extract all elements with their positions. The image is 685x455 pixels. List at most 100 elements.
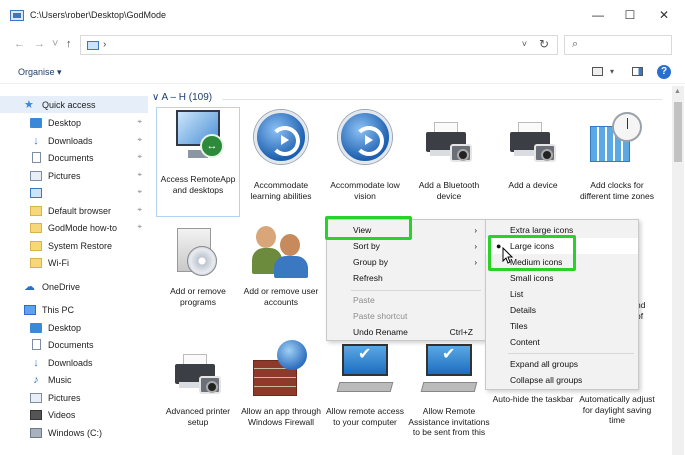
view-dropdown-button[interactable]: ▾ [610, 67, 614, 76]
vertical-scrollbar[interactable]: ▲ [672, 86, 684, 455]
menu-item-refresh[interactable]: Refresh [327, 271, 485, 286]
sidebar-item-desktop[interactable]: Desktop ⌖ [0, 114, 148, 131]
sidebar-item-godmode-how-to[interactable]: GodMode how-to ⌖ [0, 219, 148, 236]
breadcrumb-chevron[interactable]: › [103, 39, 106, 50]
menu-item-list[interactable]: List [486, 286, 638, 302]
tile-label: Accommodate learning abilities [250, 180, 312, 201]
system-icon [336, 342, 394, 398]
address-field[interactable]: › ˅ ↻ [80, 35, 558, 55]
this-pc-icon [24, 304, 36, 315]
back-button[interactable]: ← [14, 38, 25, 50]
tile-label: Advanced printer setup [165, 406, 231, 427]
submenu-arrow-icon: › [474, 242, 477, 251]
preview-pane-icon[interactable] [632, 67, 643, 76]
submenu-arrow-icon: › [474, 226, 477, 235]
pin-icon[interactable]: ⌖ [137, 222, 142, 232]
tile-add-remove-programs[interactable]: Add or remove programs [157, 224, 239, 307]
menu-item-collapse-all-groups[interactable]: Collapse all groups [486, 372, 638, 388]
tile-access-remoteapp[interactable]: ↔ Access RemoteApp and desktops [156, 107, 240, 217]
forward-button[interactable]: → [34, 38, 45, 50]
organise-menu-button[interactable]: Organise ▾ [18, 67, 62, 78]
tile-advanced-printer-setup[interactable]: Advanced printer setup [157, 350, 239, 427]
sidebar-item-pictures[interactable]: Pictures ⌖ [0, 167, 148, 184]
address-dropdown-button[interactable]: ˅ [522, 39, 527, 49]
menu-item-view[interactable]: View › [327, 223, 485, 238]
menu-item-paste-shortcut[interactable]: Paste shortcut [327, 309, 485, 324]
menu-item-undo-rename[interactable]: Undo Rename Ctrl+Z [327, 325, 485, 340]
sidebar-item-videos[interactable]: Videos [0, 406, 148, 423]
minimize-button[interactable]: — [591, 8, 605, 22]
tile-add-remove-users[interactable]: Add or remove user accounts [240, 224, 322, 307]
maximize-button[interactable]: ☐ [623, 8, 637, 22]
tile-auto-daylight-saving[interactable]: Automatically adjust for daylight saving… [576, 390, 658, 426]
sidebar-item-this-pc[interactable]: This PC [0, 301, 148, 318]
tile-allow-app-firewall[interactable]: Allow an app through Windows Firewall [240, 340, 322, 427]
close-button[interactable]: ✕ [657, 8, 671, 22]
sidebar-item-documents[interactable]: Documents ⌖ [0, 149, 148, 166]
command-bar: Organise ▾ ▾ ? [0, 62, 685, 84]
pin-icon[interactable]: ⌖ [137, 170, 142, 180]
scrollbar-thumb[interactable] [674, 102, 682, 162]
menu-item-small-icons[interactable]: Small icons [486, 270, 638, 286]
menu-item-sort-by[interactable]: Sort by › [327, 239, 485, 254]
sidebar-item-label: Pictures [48, 392, 81, 403]
menu-item-group-by[interactable]: Group by › [327, 255, 485, 270]
menu-item-details[interactable]: Details [486, 302, 638, 318]
this-pc-icon [87, 41, 99, 50]
menu-item-label: Medium icons [510, 257, 563, 267]
menu-item-expand-all-groups[interactable]: Expand all groups [486, 356, 638, 372]
sidebar-item-downloads[interactable]: ↓ Downloads ⌖ [0, 132, 148, 149]
tile-allow-remote-access[interactable]: Allow remote access to your computer [324, 342, 406, 427]
menu-item-paste[interactable]: Paste [327, 293, 485, 308]
menu-item-label: Undo Rename [353, 327, 408, 337]
folder-icon [30, 257, 42, 268]
sidebar-item-onedrive[interactable]: ☁ OneDrive [0, 278, 148, 295]
devices-printers-icon [506, 118, 560, 168]
folder-window-icon [10, 9, 24, 21]
sidebar-item-label: Desktop [48, 322, 82, 333]
group-header[interactable]: ∨ A – H (109) [152, 92, 212, 103]
sidebar-item-wifi[interactable]: Wi-Fi [0, 254, 148, 271]
sidebar-item-music[interactable]: ♪ Music [0, 371, 148, 388]
tile-add-clocks[interactable]: Add clocks for different time zones [576, 112, 658, 201]
up-button[interactable]: ↑ [66, 38, 72, 50]
tile-auto-hide-taskbar[interactable]: Auto-hide the taskbar [492, 390, 574, 405]
pin-icon[interactable]: ⌖ [137, 187, 142, 197]
sidebar-item-quick-access[interactable]: ★ Quick access [0, 96, 148, 113]
group-divider [222, 99, 662, 100]
tile-add-bluetooth[interactable]: Add a Bluetooth device [408, 118, 490, 201]
change-view-icon[interactable] [592, 67, 603, 76]
pin-icon[interactable]: ⌖ [137, 117, 142, 127]
navigation-pane: ★ Quick access Desktop ⌖ ↓ Downloads ⌖ D… [0, 90, 148, 455]
sidebar-item-system-restore[interactable]: System Restore [0, 237, 148, 254]
tile-label: Allow an app through Windows Firewall [241, 406, 321, 427]
sidebar-item-documents[interactable]: Documents [0, 336, 148, 353]
tile-partially-hidden[interactable]: nd of [636, 300, 658, 321]
recent-locations-button[interactable]: ˅ [52, 38, 58, 50]
sidebar-item-windows-c[interactable]: Windows (C:) [0, 424, 148, 441]
pin-icon[interactable]: ⌖ [137, 205, 142, 215]
sidebar-item-pictures[interactable]: Pictures [0, 389, 148, 406]
videos-icon [30, 409, 42, 420]
menu-item-extra-large-icons[interactable]: Extra large icons [486, 222, 638, 238]
help-icon[interactable]: ? [657, 65, 671, 79]
menu-item-tiles[interactable]: Tiles [486, 318, 638, 334]
sidebar-item-label: Quick access [42, 99, 96, 110]
sidebar-item-downloads[interactable]: ↓ Downloads [0, 354, 148, 371]
pin-icon[interactable]: ⌖ [137, 152, 142, 162]
tile-accommodate-low-vision[interactable]: Accommodate low vision [324, 110, 406, 201]
sidebar-item-godmode[interactable]: ⌖ [0, 184, 148, 201]
menu-item-label: Paste shortcut [353, 311, 408, 321]
tile-add-device[interactable]: Add a device [492, 118, 574, 191]
search-input[interactable]: ⌕ [564, 35, 672, 55]
sidebar-item-default-browser[interactable]: Default browser ⌖ [0, 202, 148, 219]
tile-allow-remote-assistance[interactable]: Allow Remote Assistance invitations to b… [408, 342, 490, 438]
sidebar-item-label: Wi-Fi [48, 257, 69, 268]
menu-item-content[interactable]: Content [486, 334, 638, 350]
sidebar-item-label: Desktop [48, 117, 82, 128]
tile-accommodate-learning[interactable]: Accommodate learning abilities [240, 110, 322, 201]
refresh-button[interactable]: ↻ [539, 37, 549, 51]
sidebar-item-desktop[interactable]: Desktop [0, 319, 148, 336]
pin-icon[interactable]: ⌖ [137, 135, 142, 145]
scroll-up-icon[interactable]: ▲ [674, 88, 681, 95]
